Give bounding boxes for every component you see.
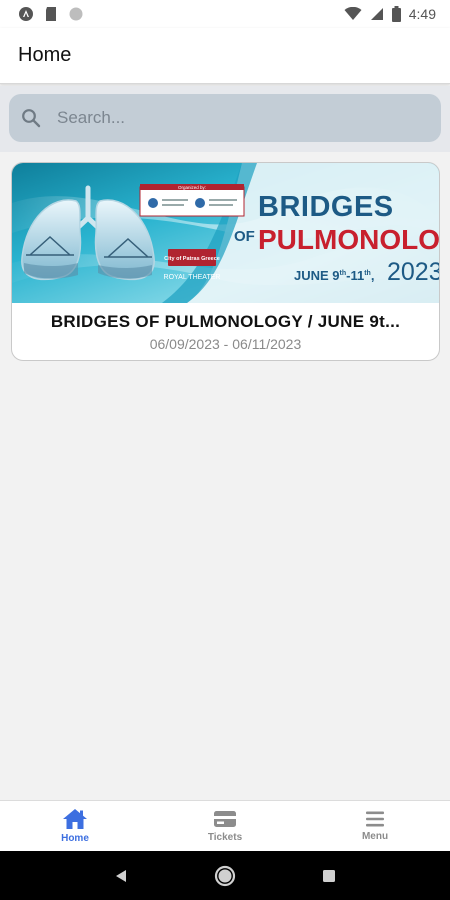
event-dates: 06/09/2023 - 06/11/2023: [149, 336, 302, 352]
status-bar: 4:49: [0, 0, 450, 28]
back-icon[interactable]: [113, 868, 129, 884]
home-icon: [62, 808, 88, 830]
ticket-icon: [213, 809, 237, 829]
recents-icon[interactable]: [321, 868, 337, 884]
app-notification-icon: [18, 6, 34, 22]
event-title: BRIDGES OF PULMONOLOGY / JUNE 9t...: [50, 312, 401, 331]
home-button-icon[interactable]: [214, 865, 236, 887]
search-icon: [21, 108, 41, 128]
bottom-tab-bar: Home Tickets Menu: [0, 800, 450, 851]
circle-notification-icon: [68, 6, 84, 22]
organized-by-text: Organized by:: [178, 185, 206, 190]
event-card[interactable]: Organized by: City of Patras Greece ROYA…: [11, 162, 440, 361]
search-input[interactable]: [41, 94, 441, 142]
event-banner-image: Organized by: City of Patras Greece ROYA…: [12, 163, 440, 303]
search-bar[interactable]: [9, 94, 441, 142]
banner-headline-line1: BRIDGES: [258, 191, 394, 223]
banner-headline-line2: PULMONOLOGY: [258, 224, 440, 255]
wifi-icon: [344, 7, 362, 21]
banner-date-text: JUNE 9th-11th,: [294, 268, 374, 283]
menu-icon: [364, 810, 386, 828]
status-time: 4:49: [408, 6, 436, 22]
cell-signal-icon: [370, 7, 384, 21]
system-navigation-bar: [0, 851, 450, 900]
status-notifications: [18, 6, 84, 22]
tab-tickets-label: Tickets: [207, 832, 243, 843]
sd-card-icon: [44, 6, 58, 22]
tab-home[interactable]: Home: [0, 801, 150, 851]
tab-menu-label: Menu: [361, 831, 389, 842]
banner-year-text: 2023: [387, 258, 440, 286]
page-title: Home: [18, 44, 72, 66]
tab-tickets[interactable]: Tickets: [150, 801, 300, 851]
battery-icon: [391, 6, 401, 22]
venue-name-text: ROYAL THEATER: [164, 274, 221, 281]
event-card-body: BRIDGES OF PULMONOLOGY / JUNE 9t... 06/0…: [12, 303, 439, 360]
banner-headline-of: OF: [234, 228, 255, 245]
tab-menu[interactable]: Menu: [300, 801, 450, 851]
app-header: Home: [0, 28, 450, 84]
venue-city-text: City of Patras Greece: [164, 256, 220, 262]
tab-home-label: Home: [61, 833, 89, 844]
search-container: [0, 86, 450, 152]
